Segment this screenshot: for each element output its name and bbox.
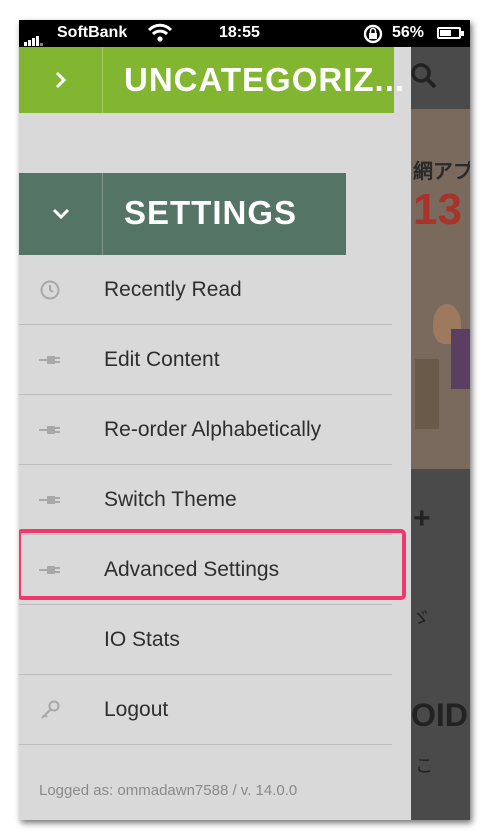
menu-item-label: Switch Theme <box>104 488 237 511</box>
background-banner: 網アプ 13 <box>411 109 470 469</box>
status-bar: SoftBank 18:55 56% <box>19 20 470 47</box>
banner-text: 網アプ <box>413 159 470 183</box>
menu-item-label: Recently Read <box>104 278 242 301</box>
menu-item-label: IO Stats <box>104 628 180 651</box>
side-drawer: UNCATEGORIZ... SETTINGS Recently Read Ed… <box>19 47 411 820</box>
plug-icon <box>39 489 61 511</box>
menu-item-reorder-alphabetically[interactable]: Re-order Alphabetically <box>19 395 392 465</box>
category-uncategorized[interactable]: UNCATEGORIZ... <box>19 47 404 113</box>
clock-icon <box>39 279 61 301</box>
menu-item-advanced-settings[interactable]: Advanced Settings <box>19 529 406 605</box>
menu-item-label: Advanced Settings <box>104 558 280 581</box>
login-info: Logged as: ommadawn7588 / v. 14.0.0 <box>39 782 298 799</box>
banner-number: 13 <box>413 185 462 234</box>
illustration-person <box>451 329 470 389</box>
category-settings[interactable]: SETTINGS <box>19 173 346 255</box>
app-content: 網アプ 13 + ゞ OID こ UNCATEGORIZ... SETTINGS <box>19 47 470 820</box>
chevron-right-icon <box>19 47 103 113</box>
menu-item-logout[interactable]: Logout <box>19 675 392 745</box>
plug-icon <box>39 349 61 371</box>
illustration-person <box>415 359 439 429</box>
menu-item-label: Edit Content <box>104 348 220 371</box>
settings-menu: Recently Read Edit Content Re-order Alph… <box>19 255 406 745</box>
battery-icon <box>437 27 464 39</box>
menu-item-io-stats[interactable]: IO Stats <box>19 605 392 675</box>
key-icon <box>39 699 61 721</box>
search-icon[interactable] <box>409 61 439 91</box>
rotation-lock-icon <box>361 23 385 50</box>
category-label: SETTINGS <box>124 194 298 231</box>
background-plus: + <box>413 502 431 535</box>
plug-icon <box>39 559 61 581</box>
battery-percent: 56% <box>392 24 425 41</box>
menu-item-switch-theme[interactable]: Switch Theme <box>19 465 392 535</box>
clock-time: 18:55 <box>219 24 260 41</box>
menu-item-label: Re-order Alphabetically <box>104 418 322 441</box>
carrier-label: SoftBank <box>57 24 128 41</box>
phone-screen: SoftBank 18:55 56% 網アプ 13 + ゞ OID こ UNCA… <box>19 20 470 820</box>
signal-icon <box>24 28 44 46</box>
menu-item-recently-read[interactable]: Recently Read <box>19 255 392 325</box>
wifi-icon <box>147 22 173 49</box>
category-label: UNCATEGORIZ... <box>124 61 406 98</box>
background-mark: ゞ <box>411 606 431 630</box>
background-char: こ <box>415 756 433 777</box>
plug-icon <box>39 419 61 441</box>
chevron-down-icon <box>19 173 103 255</box>
menu-item-label: Logout <box>104 698 169 721</box>
menu-item-edit-content[interactable]: Edit Content <box>19 325 392 395</box>
background-word: OID <box>411 697 468 733</box>
